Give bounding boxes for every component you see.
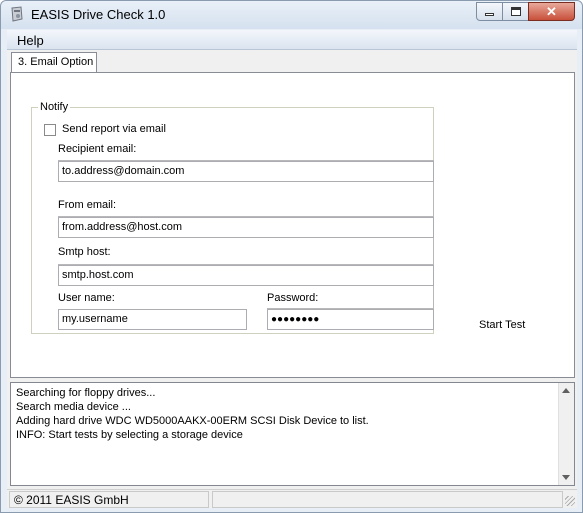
notify-groupbox: Notify Send report via email Recipient e… (31, 101, 434, 334)
divider (433, 286, 434, 310)
smtp-host-label: Smtp host: (58, 246, 111, 258)
log-line: Adding hard drive WDC WD5000AAKX-00ERM S… (16, 415, 369, 427)
password-label: Password: (267, 292, 319, 304)
menu-bar: Help (7, 30, 577, 50)
recipient-email-input[interactable]: to.address@domain.com (58, 161, 434, 182)
minimize-button[interactable] (476, 2, 503, 21)
log-line: INFO: Start tests by selecting a storage… (16, 429, 243, 441)
send-report-label[interactable]: Send report via email (62, 123, 166, 135)
start-test-button[interactable]: Start Test (479, 319, 525, 331)
from-email-label: From email: (58, 199, 117, 211)
client-area: Help 3. Email Option Notify Send report … (7, 30, 577, 508)
username-label: User name: (58, 292, 115, 304)
maximize-button[interactable] (502, 2, 529, 21)
notify-group-title: Notify (38, 101, 71, 113)
window-title: EASIS Drive Check 1.0 (31, 7, 166, 22)
smtp-host-input[interactable]: smtp.host.com (58, 265, 434, 286)
close-icon: ✕ (546, 4, 557, 19)
copyright-text: © 2011 EASIS GmbH (14, 493, 129, 507)
tab-label: 3. Email Option (18, 56, 94, 68)
maximize-icon (510, 7, 521, 16)
close-button[interactable]: ✕ (528, 2, 575, 21)
username-input[interactable]: my.username (58, 309, 247, 330)
log-output[interactable]: Searching for floppy drives... Search me… (10, 382, 575, 486)
email-option-panel: Notify Send report via email Recipient e… (10, 72, 575, 378)
divider (433, 238, 434, 266)
resize-grip-icon[interactable] (565, 496, 575, 506)
status-panel-secondary (212, 491, 563, 508)
menu-help[interactable]: Help (17, 33, 44, 48)
minimize-icon (485, 13, 494, 16)
divider (433, 182, 434, 218)
send-report-checkbox[interactable] (44, 124, 56, 136)
log-scrollbar[interactable] (558, 383, 574, 485)
recipient-email-label: Recipient email: (58, 143, 137, 155)
drive-check-app-icon (11, 6, 23, 22)
scroll-up-icon[interactable] (562, 388, 570, 393)
log-line: Search media device ... (16, 401, 131, 413)
app-window: EASIS Drive Check 1.0 ✕ Help 3. Email Op… (0, 0, 583, 513)
status-panel-copyright: © 2011 EASIS GmbH (9, 491, 209, 508)
title-bar[interactable]: EASIS Drive Check 1.0 ✕ (1, 1, 582, 29)
from-email-input[interactable]: from.address@host.com (58, 217, 434, 238)
log-line: Searching for floppy drives... (16, 387, 156, 399)
status-bar: © 2011 EASIS GmbH (7, 489, 577, 508)
tab-email-option[interactable]: 3. Email Option (11, 52, 97, 73)
password-input[interactable]: ●●●●●●●● (267, 309, 434, 330)
scroll-down-icon[interactable] (562, 475, 570, 480)
